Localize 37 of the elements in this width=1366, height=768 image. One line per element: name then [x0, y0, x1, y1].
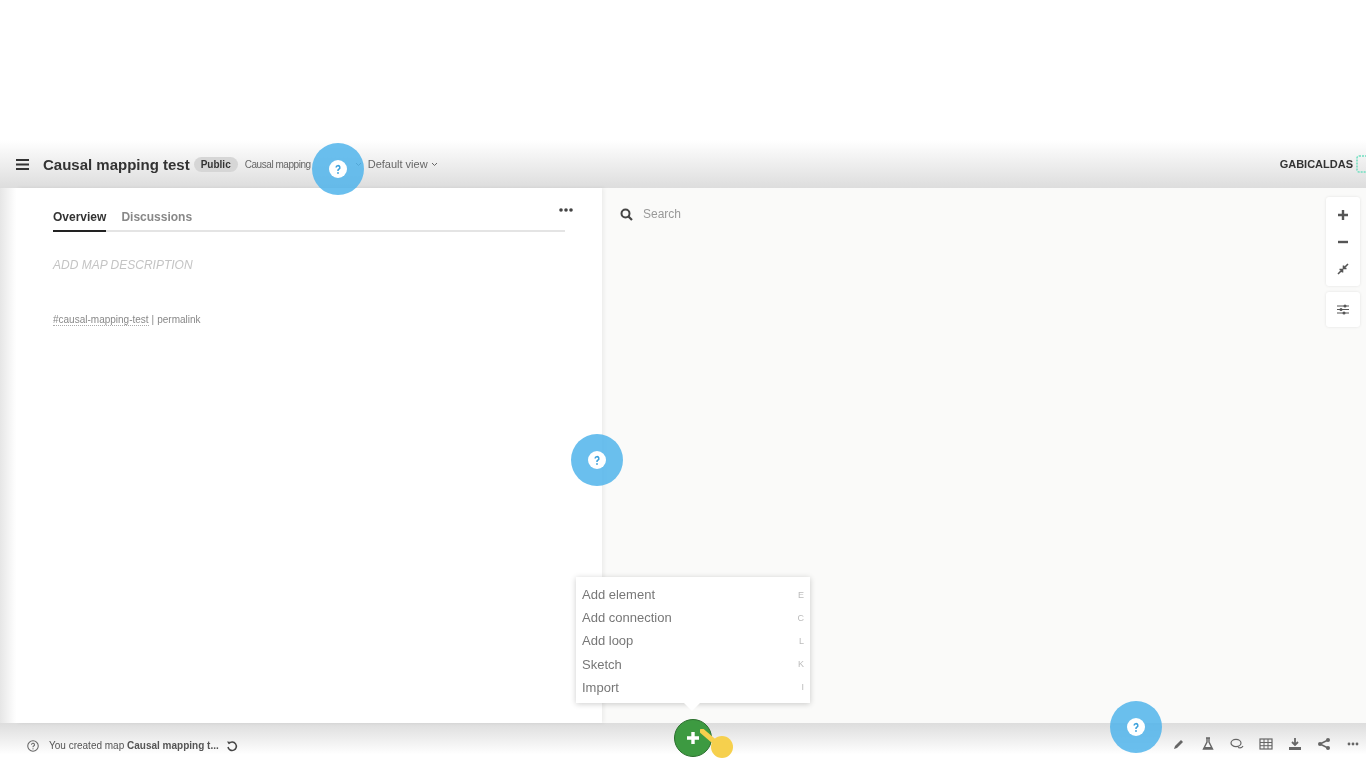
- hashtag-link[interactable]: #causal-mapping-test: [53, 314, 149, 326]
- panel-tab[interactable]: Overview: [53, 210, 107, 232]
- search-field[interactable]: Search: [641, 206, 845, 222]
- panel-tab[interactable]: Discussions: [121, 210, 193, 232]
- zoom-in-icon[interactable]: [1337, 208, 1349, 221]
- caret-icon: [430, 161, 438, 167]
- search-icon: [620, 207, 633, 221]
- undo-icon[interactable]: [225, 739, 238, 752]
- menu-item[interactable]: Add loop: [582, 633, 634, 649]
- breadcrumb-dropdown[interactable]: Causal mapping: [244, 158, 311, 170]
- table-icon[interactable]: [1259, 737, 1273, 751]
- separator-text: |: [151, 314, 155, 326]
- chat-bubbles-icon[interactable]: [1230, 737, 1244, 751]
- shortcut-key: K: [798, 659, 804, 670]
- filter-settings-icon[interactable]: [1337, 304, 1349, 315]
- menu-item[interactable]: Sketch: [582, 656, 622, 672]
- view-dropdown[interactable]: Default view: [367, 158, 438, 170]
- download-icon[interactable]: [1288, 737, 1302, 751]
- flask-icon[interactable]: [1201, 737, 1215, 751]
- more-icon[interactable]: [559, 208, 573, 212]
- map-title: Causal mapping test: [43, 155, 190, 173]
- share-icon[interactable]: [1317, 737, 1331, 751]
- menu-item[interactable]: Import: [582, 679, 619, 695]
- user-name[interactable]: GABICALDAS: [1279, 158, 1353, 170]
- collapse-icon[interactable]: [1337, 262, 1349, 275]
- shortcut-key: C: [797, 612, 804, 623]
- help-icon[interactable]: [27, 739, 39, 752]
- plus-icon: [685, 730, 701, 746]
- shortcut-key: L: [799, 635, 804, 646]
- menu-item[interactable]: Add element: [582, 587, 655, 603]
- permalink-link[interactable]: permalink: [157, 314, 201, 326]
- menu-item[interactable]: Add connection: [582, 610, 672, 626]
- menu-icon[interactable]: [16, 158, 29, 170]
- shortcut-key: E: [798, 589, 804, 600]
- pencil-icon[interactable]: [1172, 737, 1186, 751]
- visibility-badge: Public: [193, 156, 238, 172]
- activity-message: You created map Causal mapping t...: [49, 740, 219, 751]
